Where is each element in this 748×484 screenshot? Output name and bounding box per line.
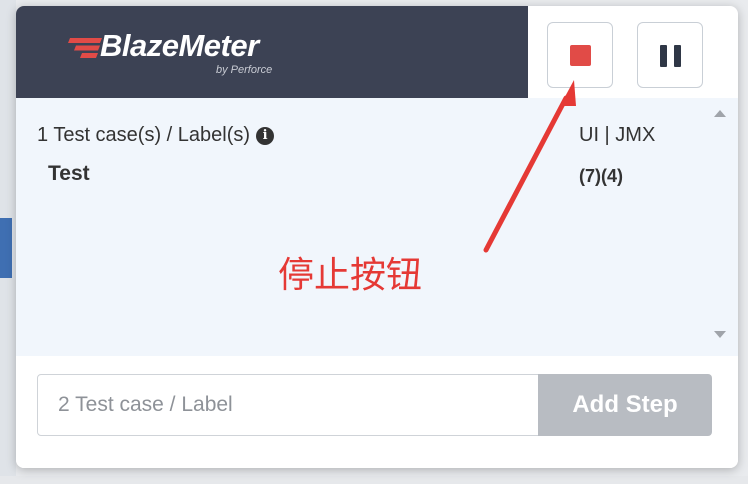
step-name-input[interactable] [37,374,539,436]
background-page-strip [0,0,16,484]
info-icon[interactable]: i [256,127,275,145]
pause-icon [660,45,667,67]
popup-header: BlazeMeter by Perforce [16,6,528,98]
scrollbar[interactable] [710,106,726,348]
background-blue-bar [0,218,12,278]
stop-button-annotation: 停止按钮 [278,255,423,296]
logo-wordmark: BlazeMeter [100,28,259,63]
stop-icon [570,45,591,66]
stop-button[interactable] [547,22,613,88]
blazemeter-logo: BlazeMeter by Perforce [66,24,306,84]
scroll-down-icon[interactable] [714,331,726,338]
add-step-button[interactable]: Add Step [538,374,712,436]
blazemeter-popup: BlazeMeter by Perforce 1 Test case(s) / … [16,6,738,468]
type-label: UI | JMX [579,124,656,146]
logo-stripes-icon [68,38,102,58]
test-case-summary-text: 1 Test case(s) / Label(s) [37,124,251,146]
test-item-name[interactable]: Test [48,162,90,186]
pause-button[interactable] [637,22,703,88]
test-item-counts: (7)(4) [579,166,623,186]
pause-icon-bar [674,45,681,67]
scroll-up-icon[interactable] [714,110,726,117]
add-step-footer: Add Step [16,356,738,468]
test-case-summary: 1 Test case(s) / Label(s) i [37,124,275,147]
logo-byline: by Perforce [216,64,273,76]
background-bottom-strip [0,476,748,484]
test-list-panel: 1 Test case(s) / Label(s) i Test UI | JMX… [16,98,738,356]
